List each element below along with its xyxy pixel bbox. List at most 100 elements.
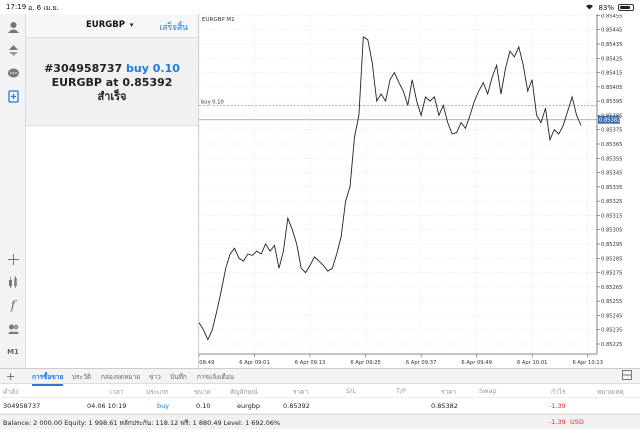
y-tick-label: 0.85295 [601, 242, 622, 248]
tab-history[interactable]: ประวัติ [72, 372, 91, 382]
row-size: 0.10 [196, 402, 211, 410]
total-currency: USD [570, 418, 584, 426]
col-swap: Swap [479, 387, 497, 395]
y-tick-label: 0.85325 [601, 199, 622, 205]
order-price: 0.85392 [122, 76, 173, 89]
tab-mailbox[interactable]: กล่องจดหมาย [101, 372, 140, 382]
timeframe-button[interactable]: M1 [4, 343, 22, 361]
battery-icon [618, 4, 634, 11]
status-right: 83% [585, 3, 634, 12]
y-tick-label: 0.85365 [601, 142, 622, 148]
table-header: คำสั่ง เวลา ประเภท ขนาด สัญลักษณ์ ราคา S… [0, 384, 640, 398]
current-price-label: 0.85382 [599, 118, 620, 124]
indicators-icon[interactable] [4, 273, 22, 291]
row-type: buy [157, 402, 170, 410]
panel-toggle-icon[interactable] [622, 370, 632, 383]
col-order: คำสั่ง [3, 388, 19, 396]
x-tick-label: 6 Apr 09:01 [239, 360, 270, 366]
y-tick-label: 0.85235 [601, 328, 622, 334]
wifi-icon [585, 3, 594, 12]
table-row[interactable]: 304958737 04.06 10:19 buy 0.10 eurgbp 0.… [0, 398, 640, 414]
done-button[interactable]: เสร็จสิ้น [159, 20, 188, 34]
quotes-icon[interactable] [4, 41, 22, 59]
row-time: 04.06 10:19 [87, 402, 127, 410]
order-action: buy 0.10 [126, 62, 180, 75]
y-tick-label: 0.85305 [601, 228, 622, 234]
order-level-label: buy 0.10 [201, 99, 224, 105]
balance-summary: Balance: 2 000.00 Equity: 1 998.61 หลักป… [0, 414, 640, 429]
crosshair-icon[interactable] [4, 250, 22, 268]
tab-alerts[interactable]: การแจ้งเตือน [197, 372, 234, 382]
order-result: #304958737 buy 0.10 EURGBP at 0.85392 สำ… [26, 62, 198, 104]
y-tick-label: 0.85285 [601, 256, 622, 262]
col-price: ราคา [293, 388, 309, 396]
row-symbol: eurgbp [237, 402, 261, 410]
col-tp: T/P [396, 387, 407, 395]
y-tick-label: 0.85405 [601, 85, 622, 91]
trade-table: คำสั่ง เวลา ประเภท ขนาด สัญลักษณ์ ราคา S… [0, 384, 640, 429]
y-tick-label: 0.85335 [601, 185, 622, 191]
y-tick-label: 0.85425 [601, 56, 622, 62]
tab-news[interactable]: ข่าว [149, 372, 161, 382]
order-symbol-line: EURGBP at 0.85392 [26, 76, 198, 90]
total-profit: -1.39 [549, 418, 566, 426]
x-tick-label: 6 Apr 09:37 [406, 360, 437, 366]
status-date: อ. 6 เม.ย. [28, 4, 59, 12]
tab-trade[interactable]: การซื้อขาย [32, 372, 64, 386]
chart-title: EURGBP M1 [202, 17, 235, 23]
y-tick-label: 0.85435 [601, 42, 622, 48]
col-comment: หมายเหตุ [597, 388, 624, 396]
x-tick-label: 6 Apr 09:13 [295, 360, 326, 366]
balance-summary-text: Balance: 2 000.00 Equity: 1 998.61 หลักป… [3, 419, 281, 427]
chat-icon[interactable] [4, 64, 22, 82]
new-order-icon[interactable] [4, 87, 22, 105]
y-tick-label: 0.85415 [601, 71, 622, 77]
price-chart[interactable]: 0.85455 0.85445 0.85435 0.85425 0.85415 0.854… [198, 14, 640, 368]
col-current-price: ราคา [441, 388, 457, 396]
x-tick-label: 6 Apr 09:49 [461, 360, 492, 366]
order-ticket: #304958737 [44, 62, 123, 75]
terminal-tabs: + การซื้อขาย ประวัติ กล่องจดหมาย ข่าว บั… [0, 368, 640, 386]
order-result-panel: EURGBP ▾ เสร็จสิ้น #304958737 buy 0.10 E… [26, 14, 198, 126]
add-icon[interactable]: + [6, 370, 15, 383]
x-tick-label: 6 Apr 10:01 [517, 360, 548, 366]
order-symbol: EURGBP at [51, 76, 119, 89]
chart-svg: 0.85455 0.85445 0.85435 0.85425 0.85415 0.854… [199, 14, 622, 366]
col-type: ประเภท [146, 388, 168, 396]
symbol-dropdown[interactable]: EURGBP ▾ [86, 20, 133, 30]
y-tick-label: 0.85355 [601, 156, 622, 162]
left-toolbar: f M1 [0, 14, 26, 368]
function-icon[interactable]: f [4, 296, 22, 314]
x-tick-label: 6 Apr 10:13 [572, 360, 603, 366]
y-tick-label: 0.85245 [601, 313, 622, 319]
col-symbol: สัญลักษณ์ [230, 388, 258, 396]
col-profit: กำไร [551, 388, 566, 396]
x-tick-label: 6 Apr 09:25 [350, 360, 381, 366]
row-order: 304958737 [3, 402, 41, 410]
order-header: EURGBP ▾ เสร็จสิ้น [26, 14, 198, 38]
battery-percent: 83% [598, 3, 614, 12]
y-tick-label: 0.85375 [601, 128, 622, 134]
status-time: 17:19 [6, 3, 27, 11]
y-tick-label: 0.85265 [601, 285, 622, 291]
y-tick-label: 0.85395 [601, 99, 622, 105]
y-tick-label: 0.85345 [601, 171, 622, 177]
order-ticket-line: #304958737 buy 0.10 [26, 62, 198, 76]
y-tick-label: 0.85275 [601, 271, 622, 277]
status-bar: 17:19 อ. 6 เม.ย. 83% [0, 0, 640, 14]
order-status: สำเร็จ [97, 90, 127, 103]
col-size: ขนาด [194, 388, 211, 396]
objects-icon[interactable] [4, 319, 22, 337]
account-icon[interactable] [4, 18, 22, 36]
x-tick-label: 6 Apr 08:49 [199, 360, 214, 366]
col-sl: S/L [346, 387, 356, 395]
price-series-line [199, 36, 582, 341]
chevron-down-icon: ▾ [129, 21, 134, 29]
col-time: เวลา [110, 388, 124, 396]
y-tick-label: 0.85255 [601, 299, 622, 305]
row-price: 0.85392 [283, 402, 310, 410]
y-tick-label: 0.85315 [601, 213, 622, 219]
tab-journal[interactable]: บันทึก [170, 372, 187, 382]
y-tick-label: 0.85445 [601, 28, 622, 34]
row-current-price: 0.85382 [431, 402, 458, 410]
